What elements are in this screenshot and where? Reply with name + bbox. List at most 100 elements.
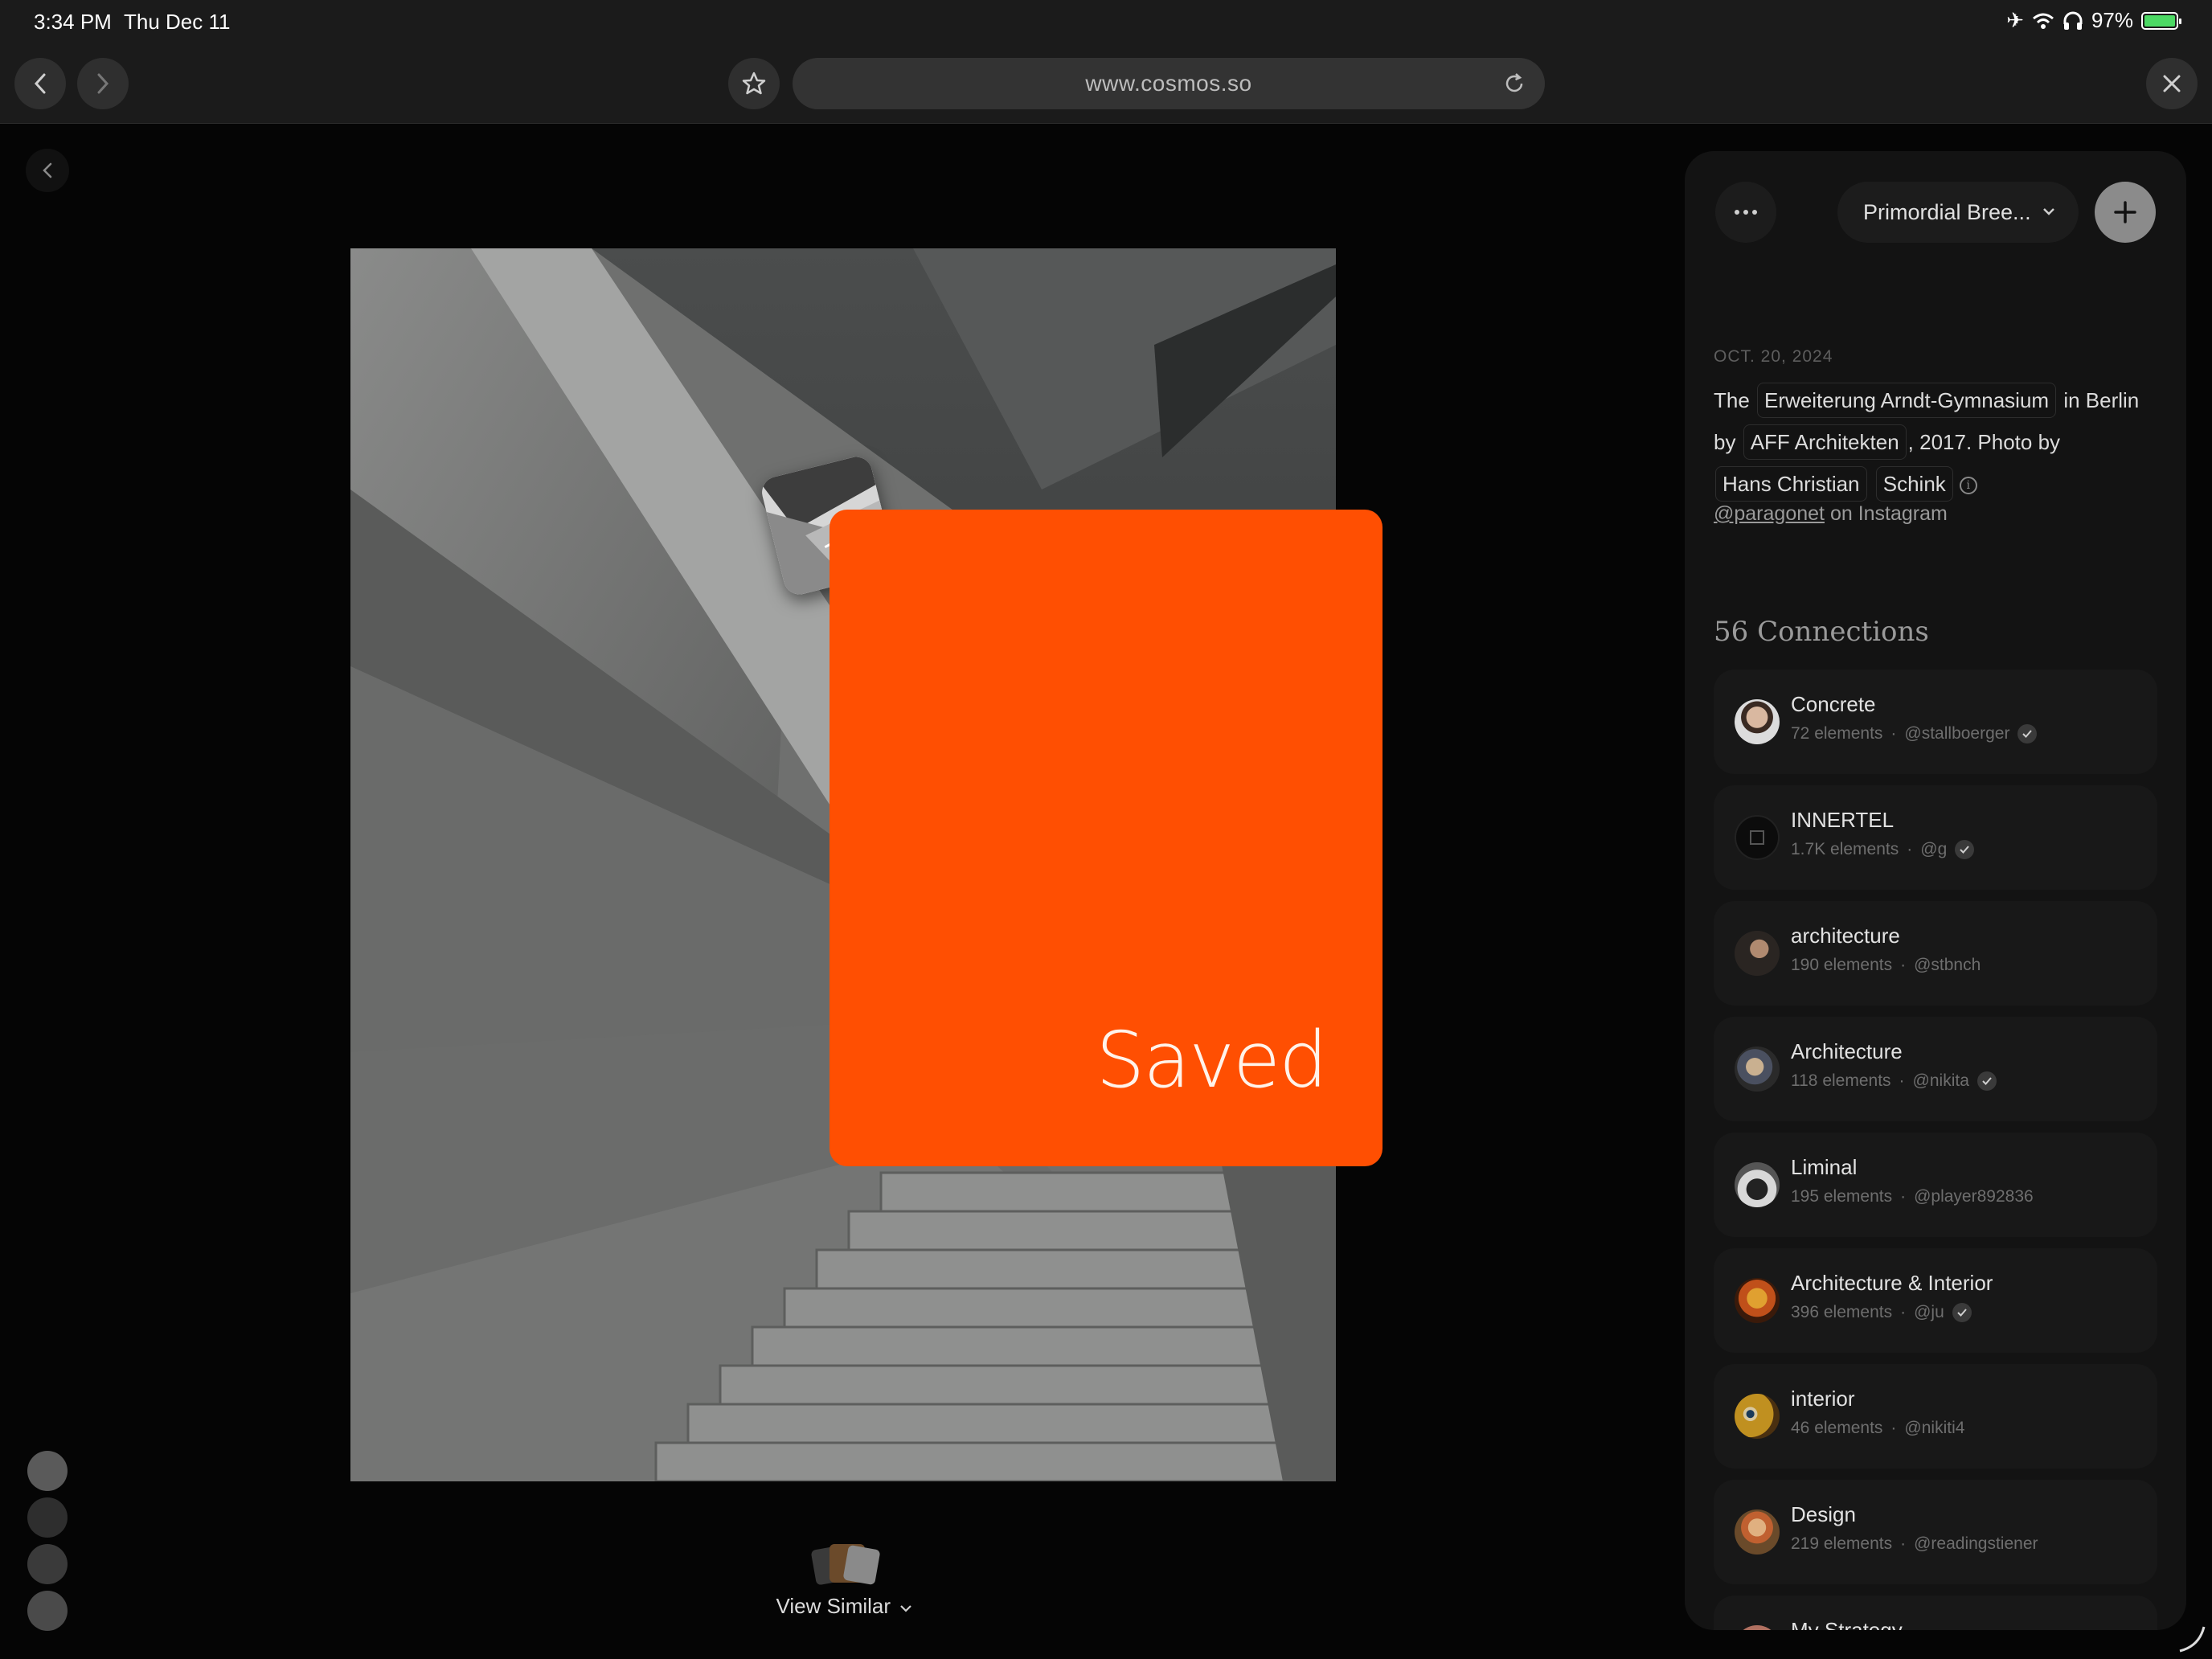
connection-item[interactable]: interior 46 elements · @nikiti4 — [1714, 1364, 2157, 1469]
connection-item[interactable]: Liminal 195 elements · @player892836 — [1714, 1133, 2157, 1237]
dot-indicator[interactable] — [27, 1544, 68, 1584]
saved-confirmation-card: Saved — [830, 510, 1382, 1166]
verified-check-icon — [2017, 724, 2038, 743]
separator: · — [1900, 1187, 1907, 1206]
saved-label: Saved — [1096, 1015, 1328, 1105]
collection-name: Primordial Bree... — [1863, 199, 2031, 224]
tag-chip[interactable]: AFF Architekten — [1743, 424, 1907, 460]
connection-item[interactable]: Architecture 118 elements · @nikita — [1714, 1017, 2157, 1121]
connection-name: Design — [1791, 1502, 1856, 1526]
separator: · — [1900, 1534, 1907, 1553]
bookmark-button[interactable] — [728, 58, 780, 109]
avatar — [1735, 815, 1780, 860]
similar-stack-icon — [805, 1539, 883, 1587]
reload-icon[interactable] — [1501, 71, 1527, 96]
element-count: 195 elements — [1791, 1187, 1893, 1206]
connection-user: @ju — [1914, 1303, 1944, 1321]
close-button[interactable] — [2146, 58, 2198, 109]
chevron-down-icon — [2043, 208, 2054, 215]
connection-item[interactable]: INNERTEL 1.7K elements · @g — [1714, 785, 2157, 890]
connection-user: @nikiti4 — [1904, 1419, 1965, 1437]
element-count: 219 elements — [1791, 1534, 1893, 1553]
back-button[interactable] — [14, 58, 66, 109]
connection-user: @player892836 — [1914, 1187, 2034, 1206]
avatar — [1735, 1162, 1780, 1207]
connections-list: Concrete 72 elements · @stallboerger INNER… — [1714, 670, 2157, 1630]
element-count: 118 elements — [1791, 1071, 1891, 1090]
chevron-left-icon — [43, 162, 52, 178]
connection-user: @readingstiener — [1914, 1534, 2038, 1553]
separator: · — [1890, 724, 1897, 743]
separator: · — [1907, 840, 1913, 858]
element-count: 396 elements — [1791, 1303, 1893, 1321]
status-bar: 3:34 PM Thu Dec 11 ✈ 97% — [0, 0, 2212, 45]
instagram-handle-link[interactable]: @paragonet — [1714, 502, 1825, 525]
desc-text: , 2017. Photo by — [1907, 430, 2061, 454]
browser-toolbar: www.cosmos.so — [0, 45, 2212, 124]
tag-chip[interactable]: Hans Christian — [1715, 466, 1867, 502]
chevron-left-icon — [34, 73, 46, 94]
connection-item[interactable]: architecture 190 elements · @stbnch — [1714, 901, 2157, 1006]
post-description: The Erweiterung Arndt-Gymnasium in Berli… — [1714, 379, 2164, 505]
dot-indicator[interactable] — [27, 1451, 68, 1491]
connection-name: interior — [1791, 1387, 1855, 1411]
collection-selector[interactable]: Primordial Bree... — [1837, 182, 2079, 243]
connection-name: Liminal — [1791, 1155, 1858, 1179]
star-icon — [742, 72, 766, 95]
dot-indicator[interactable] — [27, 1591, 68, 1631]
connection-user: @nikita — [1912, 1071, 1969, 1090]
element-count: 190 elements — [1791, 956, 1893, 974]
info-icon[interactable]: i — [1959, 477, 1977, 495]
connection-name: Architecture — [1791, 1039, 1903, 1063]
avatar — [1735, 1278, 1780, 1323]
element-count: 72 elements — [1791, 724, 1883, 743]
connection-name: Concrete — [1791, 692, 1876, 716]
desc-text: The — [1714, 388, 1750, 412]
plus-icon — [2114, 201, 2136, 223]
connection-item[interactable]: Design 219 elements · @readingstiener — [1714, 1480, 2157, 1584]
connection-name: Architecture & Interior — [1791, 1271, 1993, 1295]
credit-suffix: on Instagram — [1829, 502, 1948, 525]
verified-check-icon — [1952, 1303, 1972, 1322]
avatar — [1735, 1625, 1780, 1630]
avatar — [1735, 699, 1780, 744]
source-credit: @paragonet on Instagram — [1714, 502, 1948, 526]
avatar — [1735, 1047, 1780, 1092]
connection-user: @g — [1920, 840, 1948, 858]
more-options-button[interactable] — [1715, 182, 1776, 243]
address-bar[interactable]: www.cosmos.so — [793, 58, 1545, 109]
separator: · — [1900, 1303, 1907, 1321]
view-similar-button[interactable]: View Similar — [772, 1539, 916, 1619]
status-date: Thu Dec 11 — [124, 10, 231, 34]
verified-check-icon — [1955, 840, 1975, 859]
connection-item[interactable]: Concrete 72 elements · @stallboerger — [1714, 670, 2157, 774]
wifi-icon — [2032, 13, 2054, 29]
connection-item[interactable]: My Strategy — [1714, 1596, 2157, 1630]
tag-chip[interactable]: Erweiterung Arndt-Gymnasium — [1757, 383, 2057, 418]
connection-user: @stbnch — [1914, 956, 1981, 974]
separator: · — [1900, 956, 1907, 974]
collapse-button[interactable] — [26, 149, 69, 192]
element-count: 1.7K elements — [1791, 840, 1899, 858]
page-content: Saved View Similar Primordial Bree... OC… — [0, 125, 2212, 1659]
chevron-down-icon — [899, 1605, 911, 1612]
add-button[interactable] — [2095, 182, 2156, 243]
dot-indicator[interactable] — [27, 1497, 68, 1538]
battery-percent: 97% — [2091, 8, 2133, 32]
connection-user: @stallboerger — [1904, 724, 2010, 743]
element-count: 46 elements — [1791, 1419, 1883, 1437]
connection-name: architecture — [1791, 924, 1900, 948]
separator: · — [1899, 1071, 1905, 1090]
verified-check-icon — [1976, 1071, 1997, 1091]
resize-handle-icon[interactable] — [2175, 1622, 2207, 1654]
separator: · — [1890, 1419, 1897, 1437]
status-icons: ✈ 97% — [2006, 8, 2181, 33]
post-date: OCT. 20, 2024 — [1714, 347, 1833, 366]
avatar — [1735, 1509, 1780, 1555]
close-icon — [2163, 75, 2181, 92]
chevron-right-icon — [97, 73, 109, 94]
connection-item[interactable]: Architecture & Interior 396 elements · @ju — [1714, 1248, 2157, 1353]
tag-chip[interactable]: Schink — [1875, 466, 1953, 502]
headphones-icon — [2063, 11, 2083, 30]
forward-button[interactable] — [77, 58, 129, 109]
